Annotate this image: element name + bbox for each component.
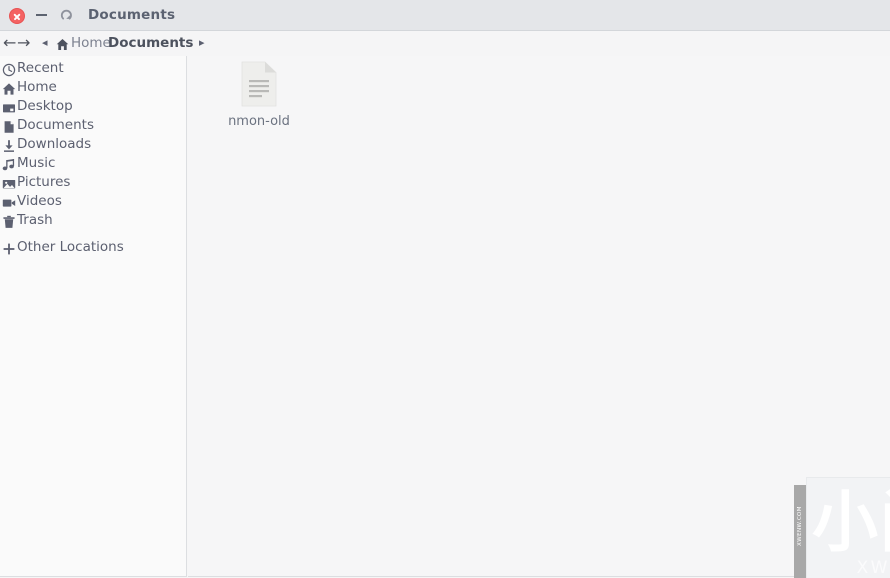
breadcrumb-item-home[interactable]: Home [71, 35, 111, 51]
restore-icon [60, 9, 72, 20]
sidebar-item-label: Recent [17, 60, 64, 76]
plus-icon [2, 241, 16, 255]
sidebar-item-label: Pictures [17, 174, 71, 190]
sidebar-item-label: Desktop [17, 98, 73, 114]
music-note-icon [2, 157, 16, 171]
minimize-button[interactable] [36, 14, 47, 16]
text-document-icon [240, 60, 278, 108]
breadcrumb-next-chevron-icon[interactable]: ▸ [199, 36, 205, 50]
watermark-main-text: 小闻网 [812, 484, 890, 561]
sidebar-item-label: Other Locations [17, 239, 124, 255]
forward-button[interactable]: → [17, 35, 30, 51]
back-button[interactable]: ← [3, 35, 16, 51]
file-list-area[interactable]: nmon-old XWENW.COM 小闻网 XWENW.COM XWENW.C… [188, 56, 890, 578]
file-name-label: nmon-old [228, 114, 290, 129]
video-camera-icon [2, 195, 16, 209]
sidebar-item-label: Downloads [17, 136, 92, 152]
trash-icon [2, 214, 16, 228]
sidebar: Recent Home Desktop Documents Downloads … [0, 56, 187, 577]
sidebar-item-documents[interactable]: Documents [0, 117, 186, 136]
header-bar: ← → ◂ Home Documents ▸ [0, 31, 890, 81]
sidebar-item-downloads[interactable]: Downloads [0, 136, 186, 155]
sidebar-item-other-locations[interactable]: Other Locations [0, 239, 186, 258]
close-button[interactable] [9, 8, 25, 24]
image-icon [2, 176, 16, 190]
file-manager-window: Documents ← → ◂ Home Documents ▸ Recent … [0, 0, 890, 578]
breadcrumb-item-documents[interactable]: Documents [108, 35, 193, 51]
sidebar-item-label: Documents [17, 117, 94, 133]
sidebar-item-label: Videos [17, 193, 62, 209]
sidebar-item-label: Trash [17, 212, 53, 228]
watermark-overlay: XWENW.COM 小闻网 XWENW.COM XWENW.COM 小闻网（WW… [794, 476, 890, 578]
clock-icon [2, 62, 16, 77]
document-icon [2, 119, 16, 133]
sidebar-item-videos[interactable]: Videos [0, 193, 186, 212]
sidebar-item-trash[interactable]: Trash [0, 212, 186, 231]
restore-button[interactable] [60, 9, 73, 22]
desktop-icon [2, 100, 16, 114]
watermark-sub-text: XWENW.COM [856, 558, 890, 578]
sidebar-item-home[interactable]: Home [0, 79, 186, 98]
file-item-nmon-old[interactable]: nmon-old [204, 60, 314, 129]
sidebar-item-pictures[interactable]: Pictures [0, 174, 186, 193]
window-title: Documents [88, 7, 176, 23]
titlebar: Documents [0, 0, 890, 31]
home-icon [56, 36, 69, 50]
sidebar-item-label: Music [17, 155, 56, 171]
sidebar-item-music[interactable]: Music [0, 155, 186, 174]
sidebar-item-desktop[interactable]: Desktop [0, 98, 186, 117]
watermark-vertical-text: XWENW.COM [797, 506, 803, 546]
sidebar-item-recent[interactable]: Recent [0, 60, 186, 79]
download-icon [2, 138, 16, 152]
home-icon [2, 81, 16, 95]
breadcrumb-prev-chevron-icon[interactable]: ◂ [42, 36, 48, 50]
sidebar-item-label: Home [17, 79, 57, 95]
